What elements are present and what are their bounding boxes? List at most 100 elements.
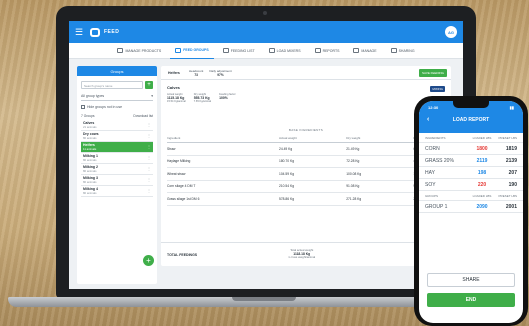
hide-unused-checkbox[interactable]: Hide groups not in use: [81, 105, 153, 109]
group-count: 7 Groups: [81, 114, 95, 118]
phone-notch: [453, 101, 489, 108]
list-icon: [222, 48, 229, 53]
col-preset: PRESET LBS: [498, 135, 517, 140]
truck-icon: [268, 48, 275, 53]
cell: Corn silage 4 DM T: [167, 180, 279, 193]
col-actual-weight: Actual weight: [279, 134, 347, 143]
phone-title-bar: ‹ LOAD REPORT: [419, 110, 523, 123]
col-dry-weight: Dry weight: [346, 134, 414, 143]
table-row[interactable]: GROUP 1 2090 2001: [419, 201, 523, 213]
tab-sharing[interactable]: SHARING: [386, 43, 420, 59]
tab-label: MANAGE PRODUCTS: [125, 48, 162, 53]
add-group-button[interactable]: +: [145, 81, 153, 89]
daily-adjustment[interactable]: Daily adjustment 97%: [209, 69, 231, 77]
item-sub: 80 animals: [83, 191, 97, 195]
table-row[interactable]: Haylage Milking180.70 Kg72.28 Kg4.5 €: [167, 155, 447, 168]
ration-stats: Actual weight 1115.18 Kg 15.54 Kg/animal D…: [167, 93, 451, 104]
app-logo: [90, 27, 100, 37]
ingredient-name: HAY: [425, 169, 435, 176]
search-input[interactable]: Search group's name: [81, 81, 143, 89]
stat-sub: 7.65 Kg/animal: [193, 100, 212, 104]
table-row[interactable]: Wheat straw104.59 Kg100.08 Kg14.97 €: [167, 167, 447, 181]
tab-feed-groups[interactable]: FEED GROUPS: [170, 43, 214, 59]
tab-load-mixers[interactable]: LOAD MIXERS: [264, 43, 306, 59]
headcount[interactable]: Headcount 73: [189, 69, 204, 77]
cell: Haylage Milking: [167, 155, 279, 168]
headcount-value: 73: [194, 72, 198, 77]
group-toolbar: Heifers Headcount 73 Daily adjustment 97% …: [161, 66, 451, 80]
tab-manage[interactable]: MANAGE: [348, 43, 381, 59]
more-icon[interactable]: ⋮: [147, 155, 151, 160]
list-item[interactable]: Dry cows 80 animals ⋮: [81, 131, 153, 142]
table-row[interactable]: GRASS 20% 2119 2139: [419, 155, 523, 167]
ingredient-name: SOY: [425, 181, 436, 188]
col-preset: PRESET LBS: [498, 193, 517, 198]
download-list-link[interactable]: Download list: [133, 114, 153, 118]
table-row[interactable]: SOY 220 190: [419, 179, 523, 191]
phone: 12:30 ▮▮ ‹ LOAD REPORT INGREDIENTS LOADED …: [414, 96, 528, 326]
table-header-row: Ingredient Actual weight Dry weight Pric…: [167, 134, 447, 143]
table-row[interactable]: CORN 1800 1819: [419, 143, 523, 155]
reports-icon: [314, 48, 321, 53]
load-table-header: INGREDIENTS LOADED LBS PRESET LBS: [419, 133, 523, 143]
tab-manage-products[interactable]: MANAGE PRODUCTS: [112, 43, 166, 59]
checkbox-label: Hide groups not in use: [87, 105, 123, 109]
stat-value: 100%: [219, 95, 228, 100]
cell: 578.86 Kg: [279, 192, 347, 206]
cell: 72.28 Kg: [346, 155, 414, 168]
feed-groups-icon: [175, 47, 182, 53]
list-item[interactable]: Milking 3 80 animals ⋮: [81, 175, 153, 186]
checkbox-box[interactable]: [81, 105, 85, 109]
totals-footer: TOTAL FEEDINGS Total actual weight 1118.1…: [161, 242, 451, 266]
add-group-fab[interactable]: +: [143, 255, 154, 266]
item-sub: 21 animals: [83, 125, 97, 129]
more-icon[interactable]: ⋮: [147, 188, 151, 193]
stat-feeding-factor: Feeding factor 100%: [219, 93, 236, 104]
ingredient-name: GRASS 20%: [425, 157, 454, 164]
tab-reports[interactable]: REPORTS: [310, 43, 345, 59]
col-groups: GROUPS: [425, 193, 439, 198]
preset-value: 207: [508, 169, 517, 176]
list-item[interactable]: Calves 21 animals ⋮: [81, 120, 153, 131]
end-button[interactable]: END: [427, 293, 515, 307]
tab-label: REPORTS: [322, 48, 340, 53]
battery-icon: ▮▮: [509, 105, 514, 110]
ration-title: Calves: [167, 85, 180, 90]
table-row[interactable]: Grass silage 1st DM 6578.86 Kg271.28 Kg2…: [167, 192, 447, 206]
item-sub: 80 animals: [83, 136, 97, 140]
more-icon[interactable]: ⋮: [147, 133, 151, 138]
share-button[interactable]: SHARE: [427, 273, 515, 287]
more-icon[interactable]: ⋮: [147, 144, 151, 149]
more-icon[interactable]: ⋮: [147, 122, 151, 127]
laptop-notch: [232, 297, 296, 301]
list-item[interactable]: Milking 4 80 animals ⋮: [81, 186, 153, 197]
table-row[interactable]: HAY 198 207: [419, 167, 523, 179]
list-item[interactable]: Milking 2 80 animals ⋮: [81, 164, 153, 175]
save-feeding-button[interactable]: SAVE FEEDING: [419, 68, 447, 77]
totals-title: TOTAL FEEDINGS: [167, 252, 198, 257]
more-icon[interactable]: ⋮: [147, 166, 151, 171]
cell: 21.49 Kg: [346, 142, 414, 156]
back-arrow-icon[interactable]: ‹: [427, 116, 439, 123]
item-sub: 80 animals: [83, 169, 97, 173]
cell: 104.59 Kg: [279, 167, 347, 181]
menu-icon[interactable]: ☰: [75, 27, 87, 38]
group-search: Search group's name +: [81, 81, 153, 89]
daily-value: 97%: [217, 72, 224, 77]
more-icon[interactable]: ⋮: [147, 177, 151, 182]
loaded-value: 2090: [476, 203, 488, 210]
list-item[interactable]: Milking 1 80 animals ⋮: [81, 153, 153, 164]
phone-screen: 12:30 ▮▮ ‹ LOAD REPORT INGREDIENTS LOADED …: [419, 101, 523, 323]
feed-group-panel: Heifers Headcount 73 Daily adjustment 97% …: [161, 66, 451, 266]
tab-feeding-list[interactable]: FEEDING LIST: [218, 43, 260, 59]
table-row[interactable]: Straw24.49 Kg21.49 Kg0.09 €: [167, 142, 447, 156]
groups-sidebar: Groups Search group's name + All group t…: [77, 66, 157, 284]
app-title: FEED: [104, 29, 120, 35]
preset-value: 190: [508, 181, 517, 188]
item-sub: 11 animals: [83, 147, 97, 151]
list-item-selected[interactable]: Heifers 11 animals ⋮: [81, 142, 153, 153]
table-row[interactable]: Corn silage 4 DM T210.54 Kg91.08 Kg9.98 …: [167, 180, 447, 193]
avatar[interactable]: AG: [445, 26, 457, 38]
group-type-select[interactable]: All group types ▾: [81, 94, 153, 101]
cell: 24.49 Kg: [279, 142, 347, 156]
